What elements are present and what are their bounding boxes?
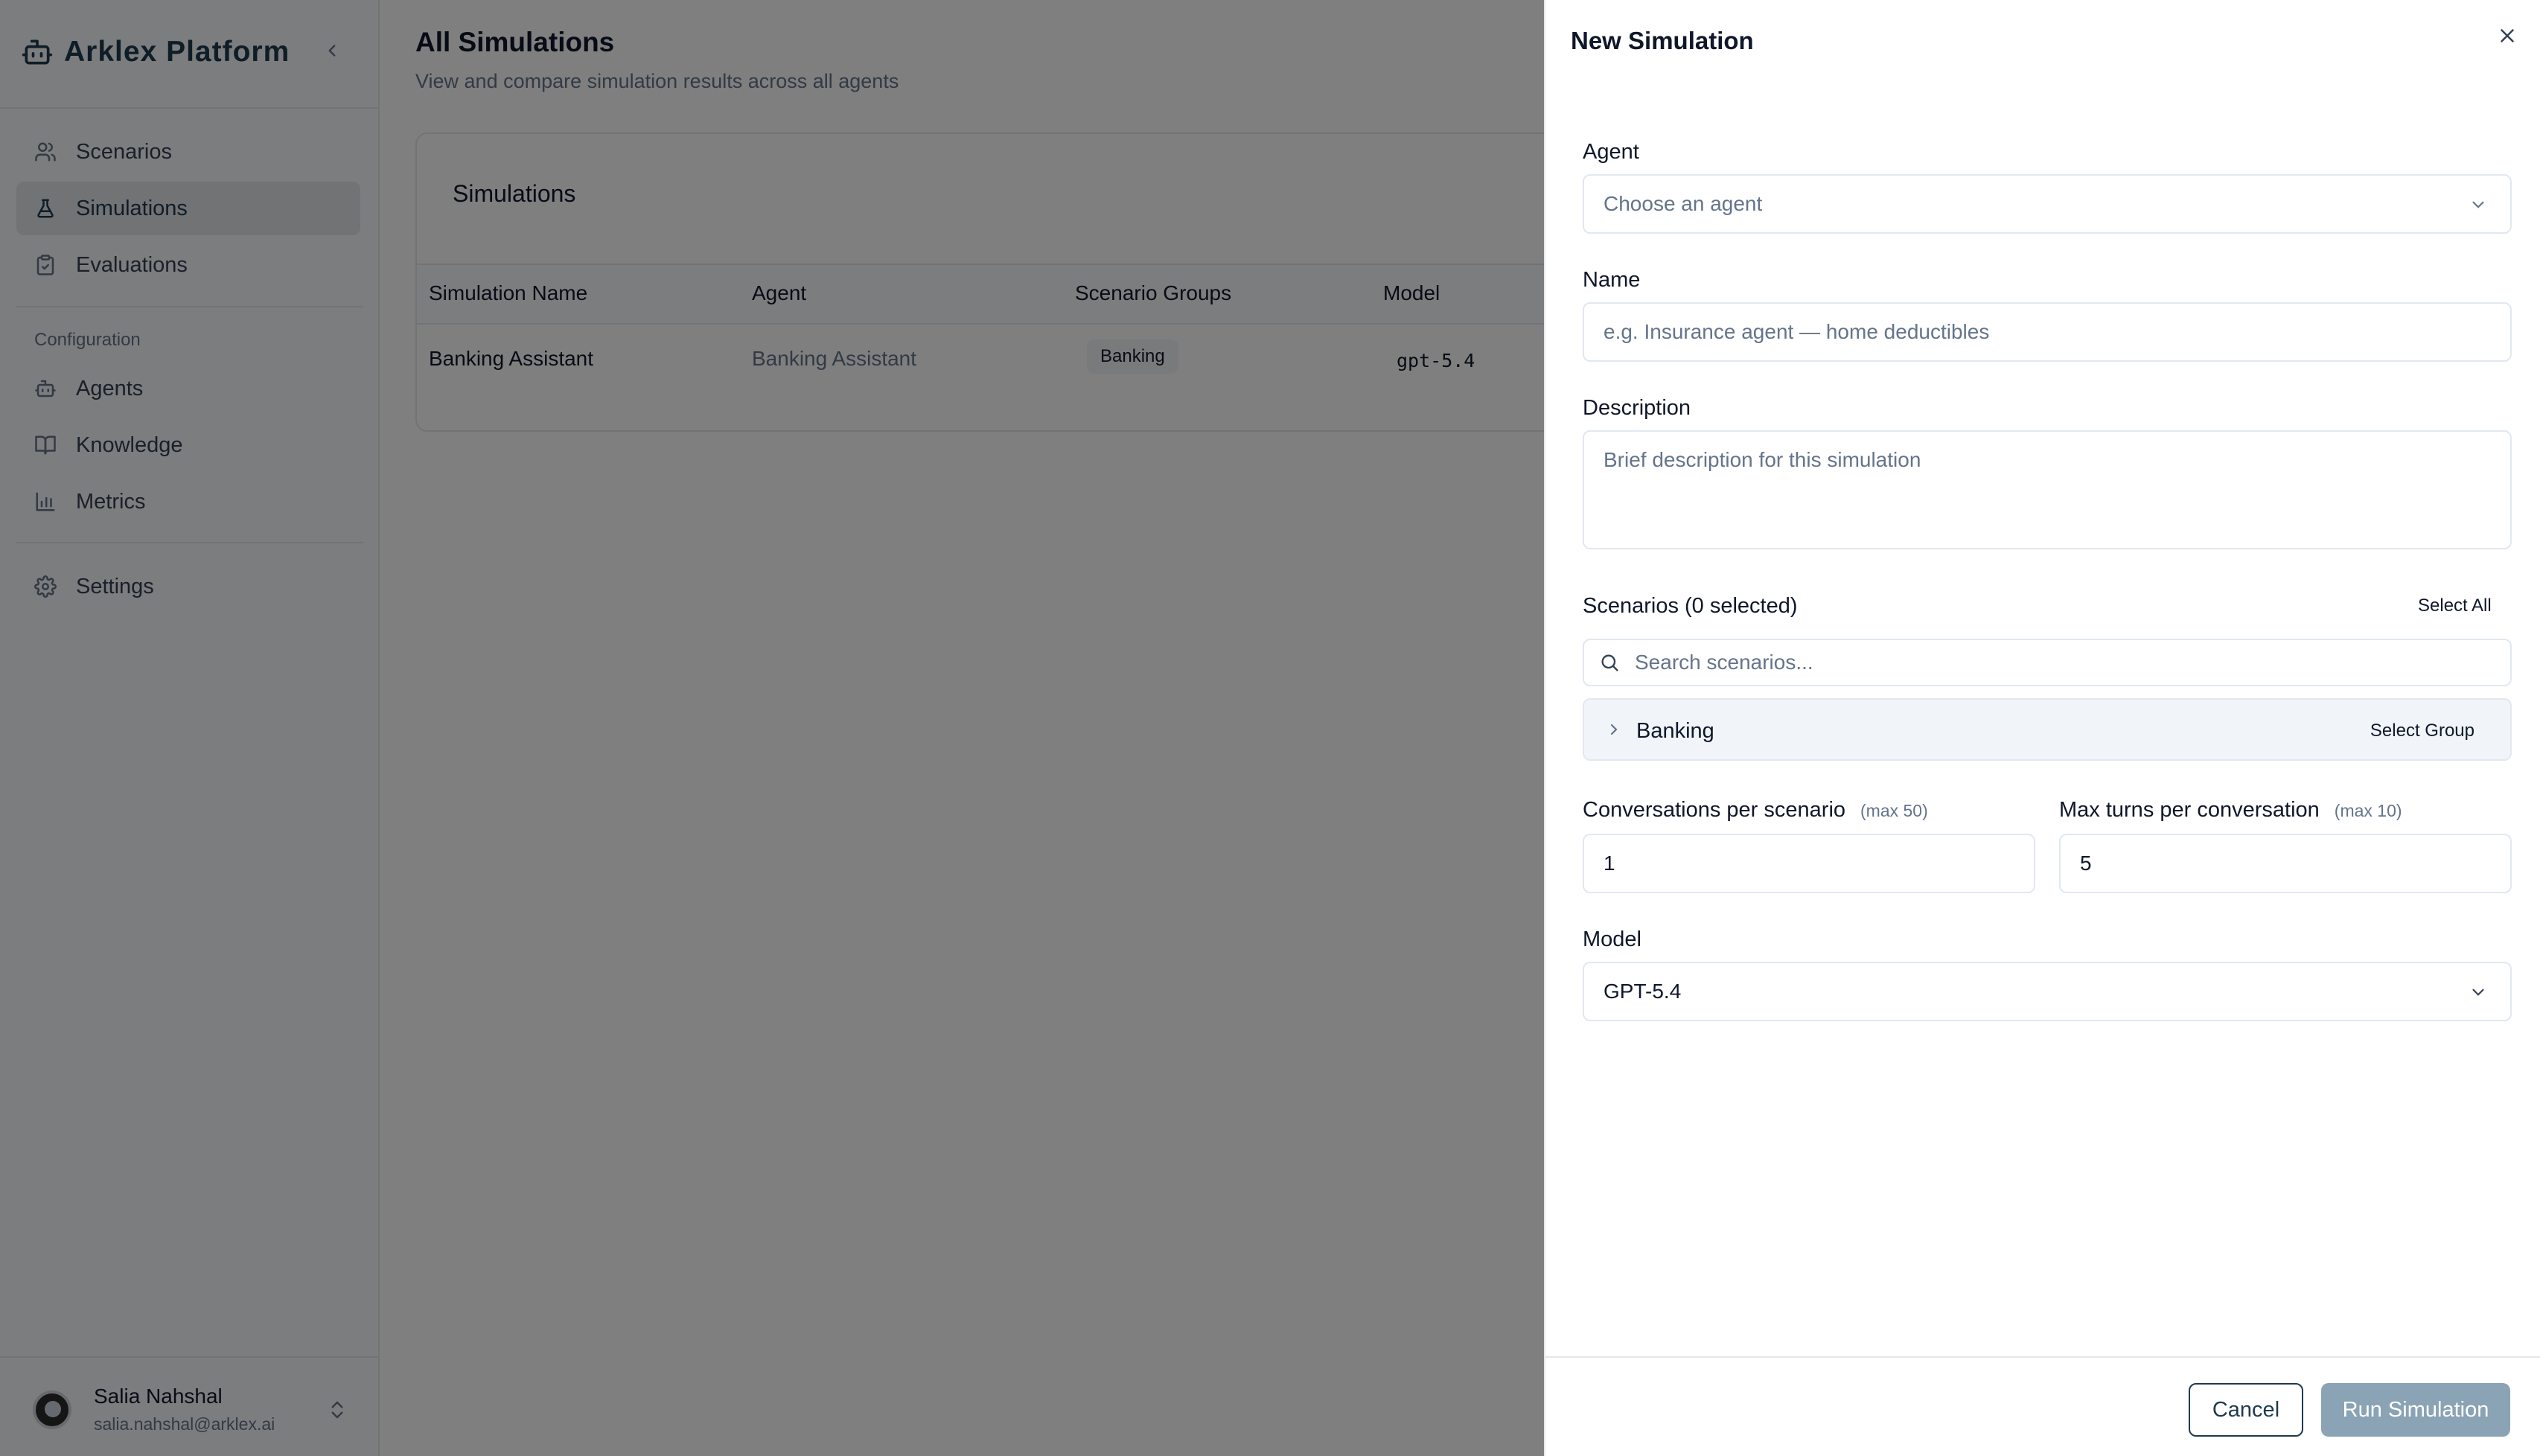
scenario-search-input[interactable] xyxy=(1635,651,2510,674)
name-label: Name xyxy=(1583,268,1641,292)
name-field-wrapper xyxy=(1583,302,2512,362)
modal-backdrop[interactable] xyxy=(0,0,1544,1456)
agent-select[interactable]: Choose an agent xyxy=(1583,174,2512,234)
close-button[interactable] xyxy=(2492,21,2522,51)
agent-label: Agent xyxy=(1583,140,1639,164)
model-label: Model xyxy=(1583,927,1641,951)
name-input[interactable] xyxy=(1604,320,2510,344)
close-icon xyxy=(2501,29,2514,42)
conversations-field-wrapper xyxy=(1583,834,2035,893)
max-turns-hint: (max 10) xyxy=(2334,801,2402,820)
scenario-group-name: Banking xyxy=(1636,719,1714,743)
conversations-input[interactable] xyxy=(1604,852,2034,875)
chevron-right-icon[interactable] xyxy=(1605,721,1623,738)
scenarios-label: Scenarios (0 selected) xyxy=(1583,594,1798,618)
new-simulation-drawer: New Simulation Agent Choose an agent Nam… xyxy=(1544,0,2540,1456)
chevron-down-icon xyxy=(2472,201,2484,208)
scenario-search-field xyxy=(1583,639,2512,686)
scenario-group-row[interactable]: Banking Select Group xyxy=(1583,698,2512,761)
description-textarea[interactable] xyxy=(1604,432,2510,548)
select-group-button[interactable]: Select Group xyxy=(2370,721,2474,741)
chevron-down-icon xyxy=(2472,989,2484,996)
description-field-wrapper xyxy=(1583,430,2512,549)
cancel-button[interactable]: Cancel xyxy=(2189,1383,2303,1437)
conversations-label: Conversations per scenario (max 50) xyxy=(1583,798,1928,823)
model-select-value: GPT-5.4 xyxy=(1604,980,1682,1003)
conversations-hint: (max 50) xyxy=(1860,801,1928,820)
max-turns-label-text: Max turns per conversation xyxy=(2059,798,2320,822)
description-label: Description xyxy=(1583,396,1691,420)
max-turns-input[interactable] xyxy=(2080,852,2510,875)
max-turns-field-wrapper xyxy=(2059,834,2512,893)
run-simulation-button[interactable]: Run Simulation xyxy=(2321,1383,2510,1437)
model-select[interactable]: GPT-5.4 xyxy=(1583,962,2512,1021)
select-all-button[interactable]: Select All xyxy=(2418,596,2492,616)
conversations-label-text: Conversations per scenario xyxy=(1583,798,1846,822)
drawer-title: New Simulation xyxy=(1571,27,1754,54)
max-turns-label: Max turns per conversation (max 10) xyxy=(2059,798,2402,823)
drawer-footer: Cancel Run Simulation xyxy=(1545,1356,2540,1456)
agent-select-placeholder: Choose an agent xyxy=(1604,192,1763,215)
search-icon xyxy=(1601,654,1618,671)
